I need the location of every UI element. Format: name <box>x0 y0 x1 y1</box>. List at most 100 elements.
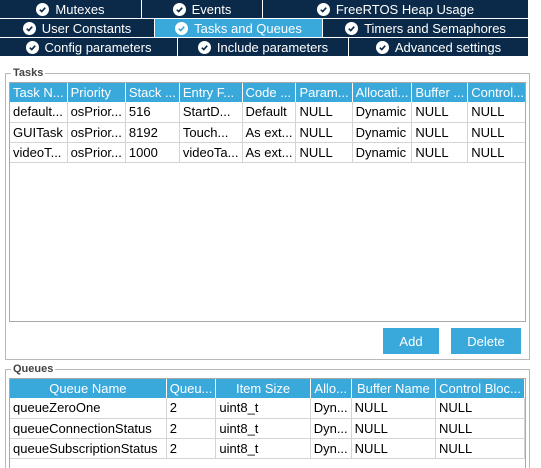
check-circle-icon <box>22 21 36 35</box>
table-row[interactable]: queueZeroOne 2 uint8_t Dyn... NULL NULL <box>10 398 525 419</box>
column-header[interactable]: Param... <box>295 83 353 102</box>
tasks-group-title: Tasks <box>11 66 46 80</box>
table-cell[interactable]: Dynamic <box>352 102 413 123</box>
table-cell[interactable]: NULL <box>467 102 525 123</box>
tab-tasks-and-queues[interactable]: Tasks and Queues <box>155 19 323 38</box>
tab-mutexes[interactable]: Mutexes <box>0 0 142 19</box>
column-header[interactable]: Queue Name <box>10 379 167 398</box>
table-cell[interactable]: videoT... <box>10 142 68 163</box>
table-row[interactable]: queueSubscriptionStatus 2 uint8_t Dyn...… <box>10 438 525 459</box>
table-cell[interactable]: NULL <box>435 418 525 439</box>
tab-user-constants[interactable]: User Constants <box>0 19 155 38</box>
table-cell[interactable]: uint8_t <box>215 438 311 459</box>
table-cell[interactable]: Dyn... <box>310 398 352 419</box>
tasks-table: Task N... Priority Stack ... Entry F... … <box>9 82 526 322</box>
tab-label: FreeRTOS Heap Usage <box>335 1 475 17</box>
table-cell[interactable]: NULL <box>295 142 353 163</box>
tab-label: Advanced settings <box>394 39 502 55</box>
tasks-grid: Task N... Priority Stack ... Entry F... … <box>10 83 525 163</box>
tab-row-2: User Constants Tasks and Queues Timers a… <box>0 19 541 38</box>
table-cell[interactable]: queueZeroOne <box>10 398 167 419</box>
table-cell[interactable]: As ext... <box>242 142 297 163</box>
tab-label: Events <box>191 1 232 17</box>
delete-task-button[interactable]: Delete <box>451 328 521 354</box>
table-cell[interactable]: uint8_t <box>215 398 311 419</box>
table-cell[interactable]: NULL <box>411 102 469 123</box>
tab-row-1: Mutexes Events FreeRTOS Heap Usage <box>0 0 541 19</box>
table-cell[interactable]: 2 <box>166 438 217 459</box>
tab-config-parameters[interactable]: Config parameters <box>0 38 178 57</box>
table-cell[interactable]: NULL <box>295 122 353 143</box>
table-cell[interactable]: Dyn... <box>310 418 352 439</box>
column-header[interactable]: Allocati... <box>352 83 413 102</box>
queues-group-title: Queues <box>11 362 56 376</box>
table-cell[interactable]: NULL <box>295 102 353 123</box>
check-circle-icon <box>36 2 50 16</box>
table-cell[interactable]: 2 <box>166 418 217 439</box>
tab-include-parameters[interactable]: Include parameters <box>178 38 349 57</box>
table-cell[interactable]: queueSubscriptionStatus <box>10 438 167 459</box>
check-circle-icon <box>345 21 359 35</box>
table-row[interactable]: default... osPrior... 516 StartD... Defa… <box>10 102 525 123</box>
table-cell[interactable]: osPrior... <box>67 102 126 123</box>
tab-events[interactable]: Events <box>142 0 263 19</box>
tab-advanced-settings[interactable]: Advanced settings <box>349 38 529 57</box>
table-cell[interactable]: uint8_t <box>215 418 311 439</box>
table-cell[interactable]: Dyn... <box>310 438 352 459</box>
table-cell[interactable]: 516 <box>125 102 180 123</box>
tab-label: Include parameters <box>216 39 329 55</box>
table-cell[interactable]: StartD... <box>179 102 243 123</box>
table-row[interactable]: videoT... osPrior... 1000 videoTa... As … <box>10 142 525 163</box>
check-circle-icon <box>175 21 189 35</box>
column-header[interactable]: Allo... <box>310 379 352 398</box>
table-cell[interactable]: Dynamic <box>352 122 413 143</box>
table-cell[interactable]: NULL <box>411 122 469 143</box>
queues-group: Queues Queue Name Queu... Item Size Allo… <box>5 362 530 468</box>
table-cell[interactable]: GUITask <box>10 122 68 143</box>
column-header[interactable]: Stack ... <box>125 83 180 102</box>
queues-table: Queue Name Queu... Item Size Allo... Buf… <box>9 378 526 468</box>
table-cell[interactable]: NULL <box>351 438 437 459</box>
column-header[interactable]: Item Size <box>215 379 311 398</box>
table-cell[interactable]: Default <box>242 102 297 123</box>
column-header[interactable]: Control... <box>467 83 525 102</box>
table-row[interactable]: GUITask osPrior... 8192 Touch... As ext.… <box>10 122 525 143</box>
table-cell[interactable]: As ext... <box>242 122 297 143</box>
table-cell[interactable]: NULL <box>411 142 469 163</box>
column-header[interactable]: Entry F... <box>179 83 243 102</box>
column-header[interactable]: Code ... <box>242 83 297 102</box>
table-cell[interactable]: 2 <box>166 398 217 419</box>
tasks-group: Tasks Task N... Priority Stack ... Entry… <box>5 66 530 360</box>
table-cell[interactable]: NULL <box>435 438 525 459</box>
column-header[interactable]: Control Bloc... <box>435 379 525 398</box>
column-header[interactable]: Queu... <box>166 379 217 398</box>
table-cell[interactable]: default... <box>10 102 68 123</box>
table-cell[interactable]: osPrior... <box>67 142 126 163</box>
tab-bar: Mutexes Events FreeRTOS Heap Usage User … <box>0 0 541 57</box>
table-row[interactable]: queueConnectionStatus 2 uint8_t Dyn... N… <box>10 418 525 439</box>
table-cell[interactable]: Dynamic <box>352 142 413 163</box>
table-cell[interactable]: videoTa... <box>179 142 243 163</box>
column-header[interactable]: Task N... <box>10 83 68 102</box>
table-cell[interactable]: NULL <box>351 398 437 419</box>
table-cell[interactable]: NULL <box>467 142 525 163</box>
table-cell[interactable]: NULL <box>467 122 525 143</box>
tab-row-3: Config parameters Include parameters Adv… <box>0 38 541 57</box>
column-header[interactable]: Priority <box>67 83 126 102</box>
tab-freertos-heap-usage[interactable]: FreeRTOS Heap Usage <box>263 0 529 19</box>
check-circle-icon <box>172 2 186 16</box>
table-cell[interactable]: NULL <box>351 418 437 439</box>
table-cell[interactable]: 8192 <box>125 122 180 143</box>
add-task-button[interactable]: Add <box>383 328 439 354</box>
table-cell[interactable]: 1000 <box>125 142 180 163</box>
column-header[interactable]: Buffer Name <box>351 379 437 398</box>
table-cell[interactable]: NULL <box>435 398 525 419</box>
table-cell[interactable]: queueConnectionStatus <box>10 418 167 439</box>
table-cell[interactable]: osPrior... <box>67 122 126 143</box>
tab-label: Timers and Semaphores <box>364 20 506 36</box>
check-circle-icon <box>375 40 389 54</box>
tab-timers-and-semaphores[interactable]: Timers and Semaphores <box>323 19 529 38</box>
column-header[interactable]: Buffer ... <box>411 83 469 102</box>
table-cell[interactable]: Touch... <box>179 122 243 143</box>
tab-label: Tasks and Queues <box>194 20 302 36</box>
